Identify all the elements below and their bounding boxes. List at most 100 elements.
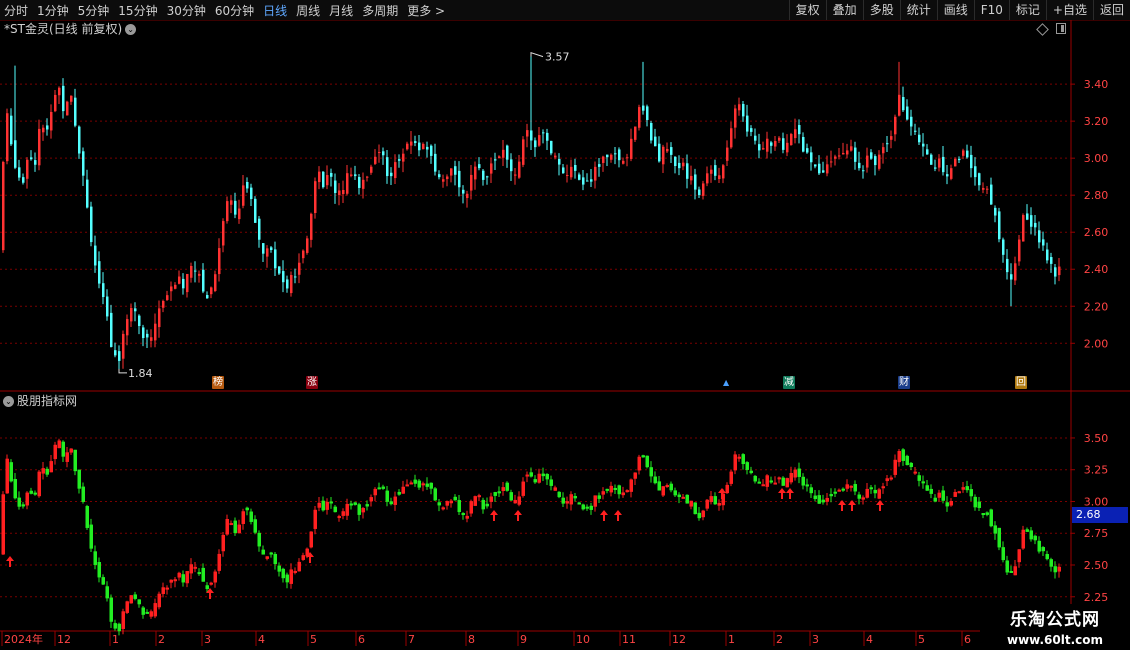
- indicator-bar: [97, 562, 101, 578]
- candle-body: [1006, 258, 1009, 273]
- indicator-bar: [993, 525, 997, 534]
- indicator-bar: [461, 513, 465, 516]
- event-badge[interactable]: 减: [783, 376, 795, 389]
- indicator-bar: [885, 478, 889, 482]
- time-label: 5: [918, 633, 925, 646]
- candle-body: [918, 134, 921, 143]
- candle-body: [838, 155, 841, 157]
- candle-body: [614, 153, 617, 155]
- candle-body: [46, 125, 49, 130]
- candle-body: [1030, 215, 1033, 227]
- indicator-bar: [865, 488, 869, 498]
- chevron-down-icon[interactable]: ⌄: [3, 396, 14, 407]
- candle-body: [438, 174, 441, 178]
- candle-body: [298, 262, 301, 275]
- candle-body: [666, 148, 669, 152]
- candle-body: [730, 128, 733, 148]
- candle-body: [150, 337, 153, 341]
- candle-body: [846, 150, 849, 155]
- indicator-bar: [457, 500, 461, 513]
- candle-body: [602, 156, 605, 163]
- candle-body: [278, 266, 281, 274]
- event-badge[interactable]: 榜: [212, 376, 224, 389]
- candle-body: [522, 139, 525, 165]
- indicator-tick-label: 2.75: [1084, 527, 1109, 540]
- candle-body: [178, 276, 181, 284]
- indicator-bar: [605, 488, 609, 491]
- time-label: 1: [728, 633, 735, 646]
- event-badge[interactable]: 涨: [306, 376, 318, 389]
- indicator-bar: [289, 569, 293, 584]
- indicator-bar: [857, 494, 861, 499]
- indicator-bar: [537, 473, 541, 483]
- candle-body: [54, 94, 57, 112]
- candle-body: [66, 101, 69, 116]
- indicator-bar: [489, 496, 493, 502]
- candle-body: [598, 164, 601, 167]
- candle-body: [1058, 266, 1061, 276]
- time-label: 4: [866, 633, 873, 646]
- time-label: 7: [408, 633, 415, 646]
- candle-body: [638, 107, 641, 128]
- candle-body: [234, 200, 237, 215]
- candle-body: [734, 108, 737, 128]
- candle-body: [202, 269, 205, 292]
- candle-body: [606, 154, 609, 158]
- candle-body: [814, 164, 817, 167]
- candle-body: [958, 158, 961, 161]
- candle-body: [486, 176, 489, 178]
- indicator-bar: [181, 574, 185, 583]
- candle-body: [622, 160, 625, 164]
- indicator-bar: [509, 492, 513, 501]
- candle-body: [830, 161, 833, 163]
- candle-body: [698, 189, 701, 196]
- candle-body: [610, 154, 613, 160]
- candle-body: [662, 146, 665, 165]
- candle-body: [358, 177, 361, 188]
- event-badge[interactable]: 回: [1015, 376, 1027, 389]
- candle-body: [858, 162, 861, 169]
- candle-body: [362, 179, 365, 189]
- indicator-bar: [169, 579, 173, 583]
- indicator-bar: [853, 484, 857, 492]
- indicator-bar: [905, 455, 909, 466]
- candle-body: [722, 165, 725, 179]
- indicator-bar: [205, 585, 209, 590]
- candle-body: [878, 154, 881, 169]
- candle-body: [10, 115, 13, 145]
- candle-body: [182, 278, 185, 289]
- candle-body: [866, 155, 869, 168]
- indicator-bar: [1025, 529, 1029, 532]
- candle-body: [326, 175, 329, 186]
- indicator-bar: [469, 501, 473, 514]
- candle-body: [366, 176, 369, 178]
- indicator-bar: [809, 487, 813, 494]
- event-badge[interactable]: ▲: [722, 376, 731, 389]
- candle-body: [138, 315, 141, 326]
- candle-body: [194, 270, 197, 272]
- indicator-bar: [265, 556, 269, 559]
- indicator-bar: [893, 459, 897, 475]
- indicator-bar: [1017, 549, 1021, 563]
- candle-body: [762, 148, 765, 150]
- high-label: 3.57: [545, 51, 570, 64]
- candle-body: [1046, 249, 1049, 261]
- candle-body: [158, 308, 161, 328]
- time-label: 8: [468, 633, 475, 646]
- kline-chart[interactable]: 3.40 3.20 3.00 2.80 2.60 2.40 2.20 2.00 3.50 3.25…: [0, 0, 1130, 650]
- candle-body: [710, 169, 713, 174]
- event-badge[interactable]: 财: [898, 376, 910, 389]
- indicator-bar: [201, 567, 205, 582]
- indicator-bar: [77, 469, 81, 489]
- indicator-bar: [981, 513, 985, 516]
- indicator-bar: [17, 497, 21, 507]
- candle-body: [534, 140, 537, 148]
- indicator-bar: [177, 572, 181, 578]
- indicator-bar: [673, 490, 677, 496]
- candle-body: [726, 147, 729, 161]
- indicator-bar: [393, 496, 397, 505]
- buy-arrow-icon: [490, 510, 498, 521]
- candle-body: [314, 181, 317, 214]
- indicator-bar: [65, 452, 69, 462]
- indicator-bar: [1045, 554, 1049, 560]
